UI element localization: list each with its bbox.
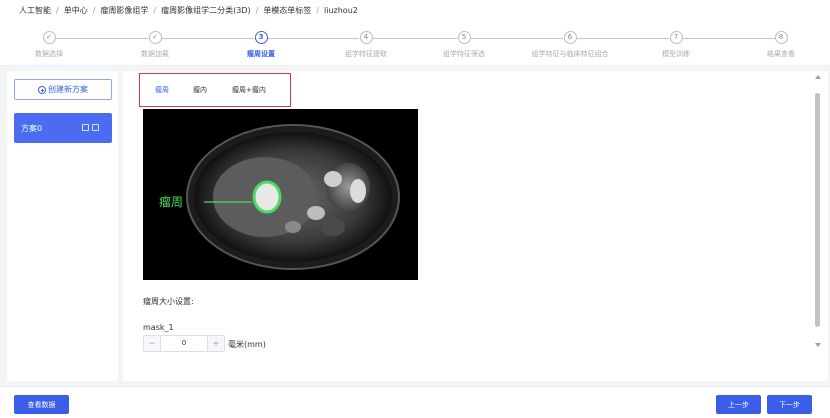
footer: 查看数据 上一步 下一步 [0,386,830,418]
breadcrumb-item[interactable]: 人工智能 [19,5,51,16]
step-result-view: 8 结果查看 [741,31,821,59]
mri-image: 瘤周 [143,109,418,280]
tab-peritumor-intratumor[interactable]: 瘤周+瘤内 [232,85,266,95]
plan-item[interactable]: 方案0 [14,113,112,143]
plus-circle-icon [38,85,46,94]
create-plan-label: 创建新方案 [48,85,88,94]
scroll-thumb[interactable] [815,93,820,327]
step-number: 4 [359,31,373,44]
step-number: 7 [669,31,683,44]
check-icon: ✓ [148,31,162,44]
step-label: 数据选择 [35,50,63,58]
step-feature-selection: 5 组学特征筛选 [424,31,504,59]
tab-peritumor[interactable]: 瘤周 [155,85,169,95]
step-label: 结果查看 [767,50,795,58]
step-number: 8 [774,31,788,44]
margin-value-input[interactable]: 0 [161,336,207,351]
breadcrumb-item[interactable]: 单中心 [64,5,88,16]
step-number: 3 [254,31,268,44]
progress-steps: ✓ 数据选择 ✓ 数据加载 3 瘤周设置 4 组学特征提取 5 组学特征筛选 6… [0,20,830,66]
step-model-training: 7 模型训练 [636,31,716,59]
size-setting-title: 瘤周大小设置: [143,297,194,306]
breadcrumb: 人工智能 / 单中心 / 瘤周影像组学 / 瘤周影像组学二分类(3D) / 单模态单标签… [0,0,830,20]
step-number: 6 [563,31,577,44]
step-label: 模型训练 [662,50,690,58]
margin-stepper: − 0 + [143,335,225,352]
step-label: 组学特征与临床特征组合 [531,50,609,58]
view-data-button[interactable]: 查看数据 [14,395,69,414]
step-data-load: ✓ 数据加载 [115,31,195,59]
main-content: 瘤周 瘤内 瘤周+瘤内 瘤周 瘤周大小设置: mask_1 − 0 + 毫米(m… [123,71,828,381]
step-label: 组学特征提取 [345,50,387,58]
breadcrumb-current: liuzhou2 [324,5,358,15]
next-step-button[interactable]: 下一步 [767,395,812,414]
step-data-select: ✓ 数据选择 [9,31,89,59]
edit-icon[interactable] [82,124,89,131]
annotation-label: 瘤周 [159,194,183,209]
plus-button[interactable]: + [207,336,224,351]
step-peritumor-setting: 3 瘤周设置 [221,31,301,59]
scroll-up-icon[interactable] [815,75,821,79]
create-plan-button[interactable]: 创建新方案 [14,79,112,100]
breadcrumb-item[interactable]: 瘤周影像组学 [100,5,148,16]
step-feature-extraction: 4 组学特征提取 [326,31,406,59]
breadcrumb-item[interactable]: 瘤周影像组学二分类(3D) [161,5,251,16]
plan-sidebar: 创建新方案 方案0 [7,71,118,381]
breadcrumb-item[interactable]: 单模态单标签 [263,5,311,16]
scrollbar[interactable] [812,71,826,349]
check-icon: ✓ [42,31,56,44]
step-label: 瘤周设置 [247,50,275,58]
plan-name: 方案0 [21,123,43,133]
unit-label: 毫米(mm) [228,340,266,349]
prev-step-button[interactable]: 上一步 [716,395,761,414]
step-label: 数据加载 [141,50,169,58]
step-number: 5 [457,31,471,44]
step-label: 组学特征筛选 [443,50,485,58]
minus-button[interactable]: − [144,336,161,351]
mask-label: mask_1 [143,323,174,332]
step-feature-combination: 6 组学特征与临床特征组合 [530,31,610,59]
delete-icon[interactable] [92,124,99,131]
scroll-down-icon[interactable] [815,343,821,347]
tab-intratumor[interactable]: 瘤内 [193,85,207,95]
